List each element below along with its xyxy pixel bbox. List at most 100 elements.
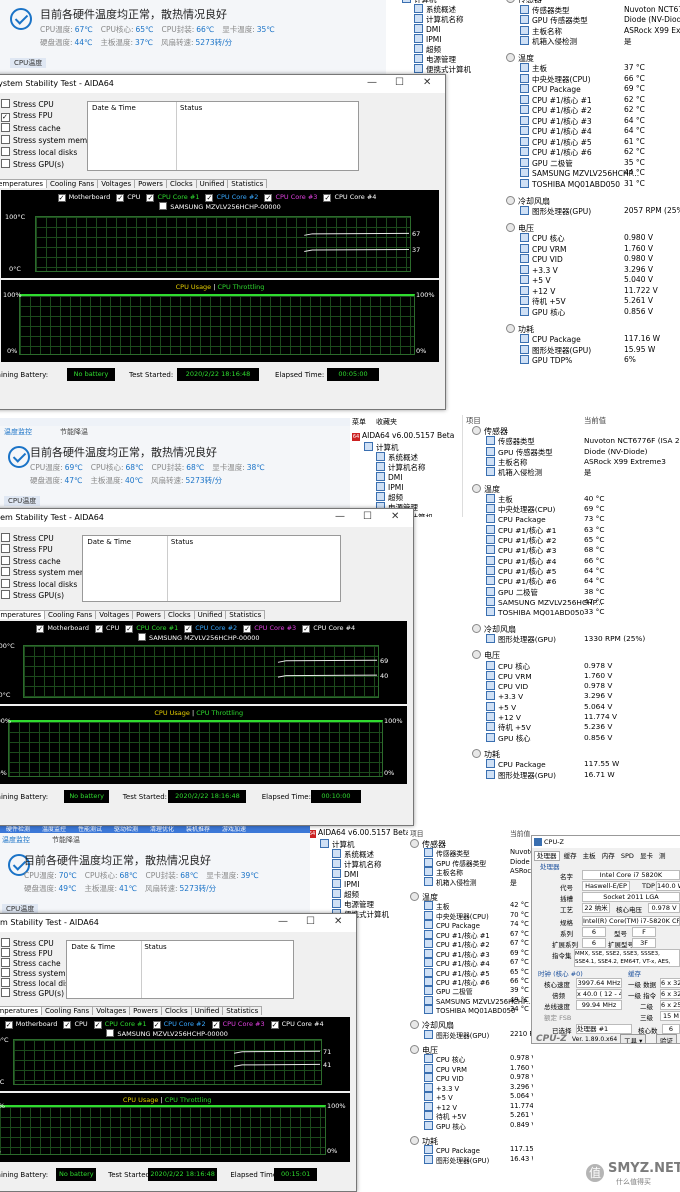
stress-option[interactable]: Stress cache: [1, 958, 61, 968]
legend-item[interactable]: CPU: [116, 193, 140, 202]
stress-option[interactable]: Stress CPU: [1, 938, 54, 948]
close-button[interactable]: ✕: [334, 916, 342, 927]
checkbox[interactable]: [1, 99, 10, 108]
checkbox[interactable]: [1, 123, 10, 132]
checkbox[interactable]: [1, 590, 10, 600]
stress-option[interactable]: Stress cache: [1, 123, 61, 133]
checkbox[interactable]: [205, 194, 214, 202]
legend-item[interactable]: SAMSUNG MZVLV256HCHP-00000: [106, 1029, 228, 1038]
checkbox[interactable]: [1, 544, 10, 554]
stress-option[interactable]: Stress CPU: [1, 99, 54, 109]
graph-tab[interactable]: Cooling Fans: [46, 179, 99, 188]
cpuz-tab[interactable]: 测: [657, 852, 668, 860]
checkbox[interactable]: [1, 113, 10, 122]
legend-item[interactable]: Motherboard: [36, 624, 89, 633]
cpuz-tools-button[interactable]: 工具 ▾: [620, 1034, 647, 1043]
stress-option[interactable]: Stress FPU: [1, 111, 53, 122]
checkbox[interactable]: [1, 948, 10, 958]
legend-item[interactable]: SAMSUNG MZVLV256HCHP-00000: [137, 632, 260, 642]
legend-item[interactable]: SAMSUNG MZVLV256HCHP-00000: [159, 202, 281, 211]
cpuz-selected-select[interactable]: 处理器 #1: [576, 1024, 632, 1034]
graph-tab[interactable]: Statistics: [227, 179, 268, 188]
checkbox[interactable]: [63, 1021, 72, 1030]
checkbox[interactable]: [1, 958, 10, 968]
graph-tab[interactable]: Statistics: [222, 1006, 263, 1016]
stress-option[interactable]: Stress system memory: [1, 135, 99, 145]
minimize-button[interactable]: —: [367, 77, 377, 88]
graph-tab[interactable]: Cooling Fans: [41, 1006, 94, 1016]
checkbox[interactable]: [1, 968, 10, 978]
tab-temp-monitor[interactable]: 温度监控: [4, 427, 32, 437]
checkbox[interactable]: [264, 194, 273, 202]
tree-item[interactable]: IPMI: [332, 879, 359, 889]
checkbox[interactable]: [1, 147, 10, 156]
checkbox[interactable]: [184, 624, 193, 633]
legend-item[interactable]: CPU Core #4: [323, 193, 376, 202]
graph-tab[interactable]: Unified: [190, 1006, 224, 1016]
legend-item[interactable]: Motherboard: [4, 1020, 57, 1030]
checkbox[interactable]: [1, 159, 10, 168]
cpu-temp-tab[interactable]: CPU温度: [10, 58, 47, 68]
checkbox[interactable]: [36, 624, 45, 633]
checkbox[interactable]: [137, 632, 146, 641]
tab-energy-saving[interactable]: 节能降温: [52, 835, 80, 845]
tab-energy-saving[interactable]: 节能降温: [60, 427, 88, 437]
graph-tab[interactable]: Voltages: [92, 1006, 131, 1016]
checkbox[interactable]: [243, 624, 252, 633]
graph-tab[interactable]: Temperatures: [0, 609, 45, 619]
maximize-button[interactable]: ☐: [306, 916, 315, 927]
legend-item[interactable]: CPU Core #4: [302, 624, 355, 633]
checkbox[interactable]: [146, 194, 155, 202]
checkbox[interactable]: [1, 988, 10, 998]
checkbox[interactable]: [1, 578, 10, 588]
checkbox[interactable]: [95, 624, 104, 633]
cpuz-tab[interactable]: 缓存: [562, 852, 579, 860]
checkbox[interactable]: [1, 938, 10, 947]
graph-tab[interactable]: Powers: [132, 609, 165, 619]
legend-item[interactable]: CPU Core #1: [93, 1020, 147, 1030]
legend-item[interactable]: CPU Core #3: [243, 624, 296, 633]
stress-option[interactable]: Stress GPU(s): [1, 988, 64, 998]
minimize-button[interactable]: —: [278, 916, 288, 927]
tree-item[interactable]: DMI: [376, 472, 402, 482]
checkbox[interactable]: [116, 194, 125, 202]
checkbox[interactable]: [270, 1021, 279, 1030]
graph-tab[interactable]: Temperatures: [0, 1006, 42, 1016]
legend-item[interactable]: Motherboard: [57, 193, 110, 202]
stress-option[interactable]: Stress GPU(s): [1, 159, 64, 169]
checkbox[interactable]: [152, 1021, 161, 1030]
checkbox[interactable]: [1, 978, 10, 988]
checkbox[interactable]: [1, 567, 10, 577]
checkbox[interactable]: [1, 135, 10, 144]
graph-tab[interactable]: Clocks: [163, 609, 195, 619]
checkbox[interactable]: [93, 1021, 102, 1030]
graph-tab[interactable]: Unified: [195, 179, 229, 188]
graph-tab[interactable]: Clocks: [165, 179, 197, 188]
graph-tab[interactable]: Voltages: [97, 179, 136, 188]
cpuz-tab[interactable]: 显卡: [638, 852, 655, 860]
checkbox[interactable]: [125, 624, 134, 633]
stress-option[interactable]: Stress local disks: [1, 578, 77, 589]
graph-tab[interactable]: Cooling Fans: [44, 609, 97, 619]
tree-item[interactable]: DMI: [332, 869, 358, 879]
tab-temp-monitor[interactable]: 温度监控: [2, 835, 30, 845]
cpuz-tab[interactable]: 内存: [600, 852, 617, 860]
checkbox[interactable]: [1, 533, 10, 542]
stress-option[interactable]: Stress CPU: [1, 533, 54, 543]
cpuz-tab[interactable]: SPD: [619, 852, 636, 860]
legend-item[interactable]: CPU Core #2: [205, 193, 258, 202]
graph-tab[interactable]: Powers: [134, 179, 167, 188]
cpu-temp-tab[interactable]: CPU温度: [4, 496, 41, 506]
graph-tab[interactable]: Temperatures: [0, 179, 47, 188]
cpuz-tab[interactable]: 主板: [581, 852, 598, 860]
cpuz-validate-button[interactable]: 验证: [656, 1034, 677, 1043]
graph-tab[interactable]: Clocks: [160, 1006, 192, 1016]
stress-option[interactable]: Stress FPU: [1, 948, 53, 958]
checkbox[interactable]: [302, 624, 311, 633]
legend-item[interactable]: CPU Core #1: [125, 624, 178, 633]
legend-item[interactable]: CPU Core #1: [146, 193, 199, 202]
tree-item[interactable]: IPMI: [414, 34, 441, 44]
graph-tab[interactable]: Powers: [129, 1006, 162, 1016]
maximize-button[interactable]: ☐: [363, 511, 372, 522]
close-button[interactable]: ✕: [423, 77, 431, 88]
